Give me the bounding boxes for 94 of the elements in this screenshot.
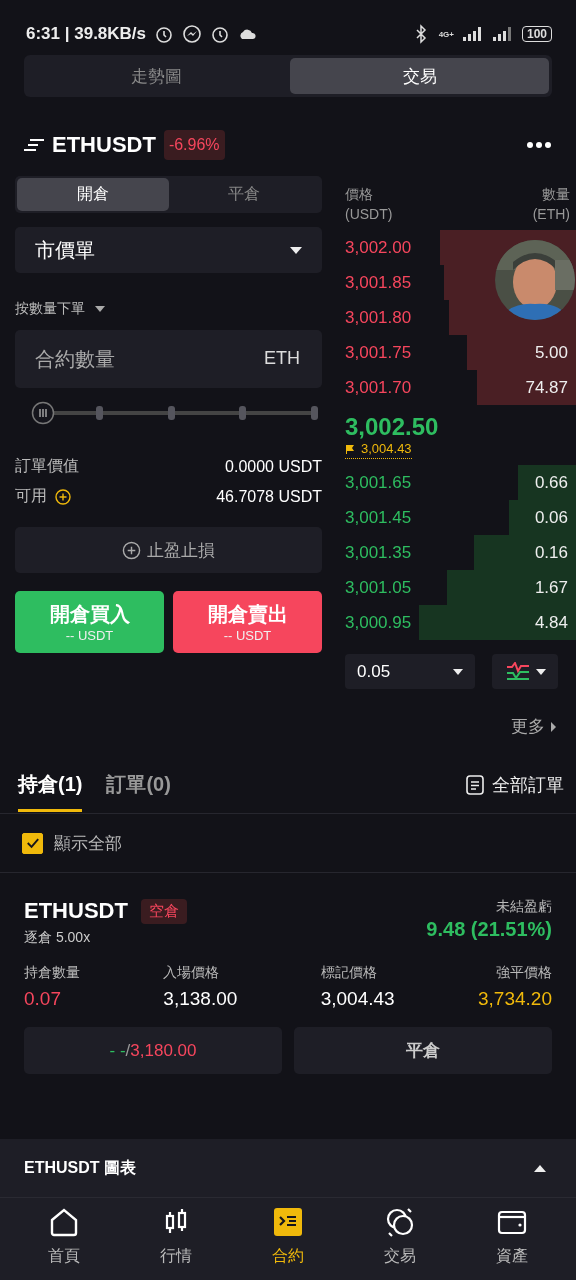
price-unit: (USDT) xyxy=(345,206,393,222)
bid-amount: 1.67 xyxy=(534,577,568,598)
last-price: 3,002.50 xyxy=(345,413,440,441)
more-icon[interactable] xyxy=(526,141,552,149)
tp-sl-button[interactable]: - -/3,180.00 xyxy=(24,1027,282,1074)
field-label: 強平價格 xyxy=(496,964,552,982)
chart-section-header[interactable]: ETHUSDT 圖表 xyxy=(0,1139,576,1198)
amount-header: 數量 xyxy=(542,186,570,204)
ask-price[interactable]: 3,001.85 xyxy=(345,272,412,293)
mode-tab[interactable]: 平倉 xyxy=(168,178,320,211)
signal-icon xyxy=(461,26,484,42)
available-label: 可用 xyxy=(15,486,47,506)
sell-button[interactable]: 開倉賣出 -- USDT xyxy=(173,591,322,653)
change-badge: -6.96% xyxy=(163,130,225,160)
bid-amount: 0.66 xyxy=(534,472,568,493)
field-label: 持倉數量 xyxy=(24,964,80,982)
exchange-icon xyxy=(384,1206,416,1238)
precision-select[interactable]: 0.05 xyxy=(345,654,475,689)
alarm-icon xyxy=(210,24,231,44)
bid-amount: 4.84 xyxy=(534,612,568,633)
field-label: 入場價格 xyxy=(163,964,221,982)
mark-price[interactable]: 3,004.43 xyxy=(345,441,412,459)
display-mode-button[interactable] xyxy=(492,654,558,689)
home-icon xyxy=(48,1206,80,1238)
field-value: 3,734.20 xyxy=(478,988,552,1010)
status-time: 6:31 | 39.8KB/s xyxy=(26,24,147,44)
position-tab[interactable]: 持倉(1) xyxy=(18,769,83,812)
bid-amount: 0.16 xyxy=(534,542,568,563)
unit-label: ETH xyxy=(264,348,300,369)
alarm-icon xyxy=(154,24,175,44)
mode-tab[interactable]: 開倉 xyxy=(17,178,169,211)
slider-stop[interactable] xyxy=(311,406,318,420)
order-value: 0.0000 USDT xyxy=(225,457,322,476)
add-icon[interactable] xyxy=(55,488,71,505)
slider-handle[interactable] xyxy=(31,401,55,425)
tp-sl-button[interactable]: 止盈止損 xyxy=(15,527,322,573)
ask-amount: 74.87 xyxy=(525,377,568,398)
order-value-label: 訂單價值 xyxy=(15,456,79,476)
document-icon xyxy=(466,775,484,795)
contract-icon xyxy=(272,1206,304,1238)
view-tab[interactable]: 交易 xyxy=(290,58,549,94)
slider-track[interactable] xyxy=(31,401,318,425)
chart-section-title: ETHUSDT 圖表 xyxy=(24,1157,136,1178)
collapse-icon[interactable] xyxy=(534,1164,546,1172)
show-all-checkbox[interactable] xyxy=(22,832,43,854)
nav-item[interactable]: 首頁 xyxy=(29,1206,99,1276)
signal-icon xyxy=(491,26,514,42)
position-tab[interactable]: 訂單(0) xyxy=(106,769,171,812)
order-type-select[interactable]: 市價單 xyxy=(15,227,322,273)
field-value: 3,138.00 xyxy=(163,988,238,1010)
ask-amount: 5.00 xyxy=(534,342,568,363)
nav-item[interactable]: 合約 xyxy=(253,1206,323,1276)
nav-item[interactable]: 行情 xyxy=(141,1206,211,1276)
network-label: 4G+ xyxy=(438,29,454,39)
add-icon xyxy=(122,540,141,560)
side-badge: 空倉 xyxy=(140,898,187,924)
show-all-label: 顯示全部 xyxy=(54,832,122,855)
messenger-icon xyxy=(182,24,203,44)
bid-amount: 0.06 xyxy=(534,507,568,528)
ask-price[interactable]: 3,001.75 xyxy=(345,342,412,363)
symbol-title[interactable]: ETHUSDT xyxy=(52,132,156,158)
slider-stop[interactable] xyxy=(95,406,103,420)
bid-price[interactable]: 3,001.65 xyxy=(345,472,412,493)
more-link[interactable]: 更多 xyxy=(511,715,556,738)
pnl-value: 9.48 (21.51%) xyxy=(426,918,552,941)
close-position-button[interactable]: 平倉 xyxy=(294,1027,552,1074)
nav-item[interactable]: 交易 xyxy=(365,1206,435,1276)
field-label: 標記價格 xyxy=(320,964,378,982)
quantity-mode-dropdown[interactable]: 按數量下單 xyxy=(15,300,105,318)
slider-stop[interactable] xyxy=(239,406,247,420)
depth-chart-icon xyxy=(504,661,531,682)
menu-icon[interactable] xyxy=(24,138,44,152)
nav-item[interactable]: 資產 xyxy=(477,1206,547,1276)
amount-unit: (ETH) xyxy=(532,206,570,222)
flag-icon xyxy=(345,443,355,454)
all-orders-link[interactable]: 全部訂單 xyxy=(466,769,564,797)
bid-price[interactable]: 3,001.05 xyxy=(345,577,412,598)
price-header: 價格 xyxy=(345,186,374,204)
depth-bar xyxy=(518,465,576,500)
ask-price[interactable]: 3,001.80 xyxy=(345,307,412,328)
available-value: 46.7078 USDT xyxy=(216,487,322,506)
bid-price[interactable]: 3,001.35 xyxy=(345,542,412,563)
field-value: 0.07 xyxy=(24,988,62,1010)
ask-price[interactable]: 3,002.00 xyxy=(345,237,412,258)
bid-price[interactable]: 3,000.95 xyxy=(345,612,412,633)
margin-mode: 逐倉 5.00x xyxy=(24,929,92,947)
position-symbol: ETHUSDT xyxy=(24,898,128,924)
view-tab[interactable]: 走勢圖 xyxy=(27,58,286,94)
pnl-label: 未結盈虧 xyxy=(496,898,552,916)
slider-stop[interactable] xyxy=(167,406,175,420)
field-value: 3,004.43 xyxy=(320,988,395,1010)
battery-indicator: 100 xyxy=(521,26,552,42)
bid-price[interactable]: 3,001.45 xyxy=(345,507,412,528)
ask-price[interactable]: 3,001.70 xyxy=(345,377,412,398)
